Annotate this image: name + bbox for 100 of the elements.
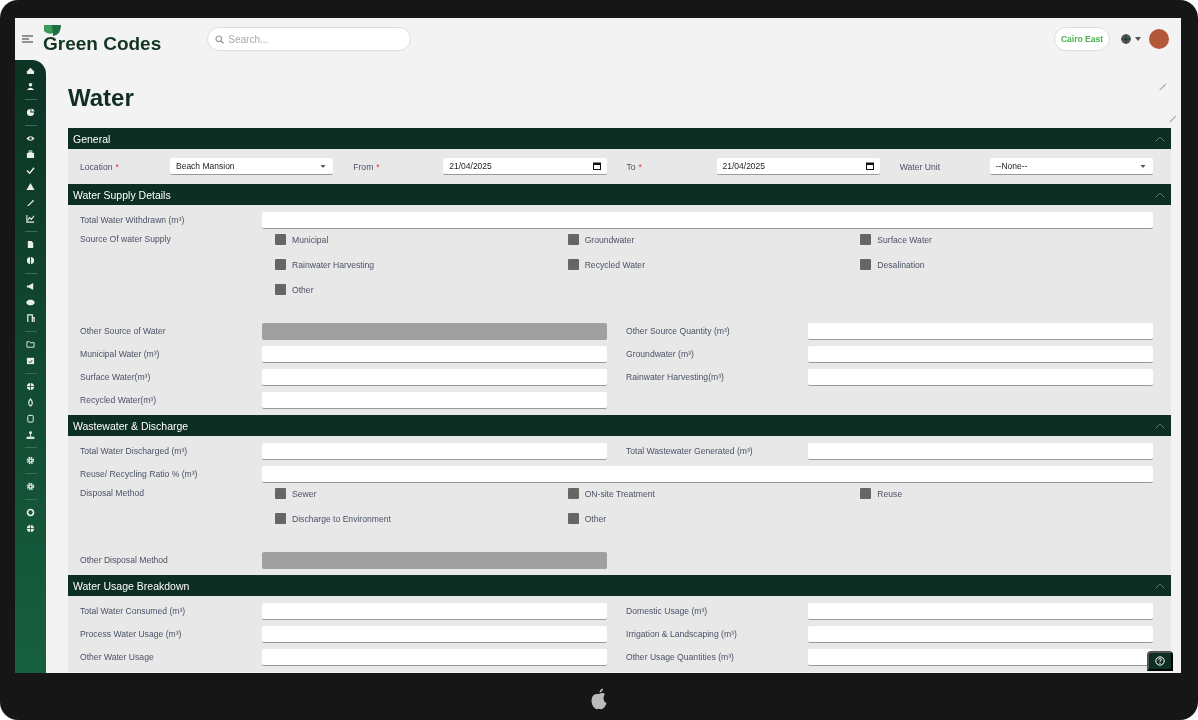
input-field[interactable] xyxy=(808,345,1153,363)
input-field[interactable] xyxy=(262,345,607,363)
caret-icon[interactable] xyxy=(1135,37,1141,41)
field-label: To xyxy=(626,161,636,172)
lifebuoy-icon[interactable] xyxy=(26,508,35,517)
megaphone-icon[interactable] xyxy=(26,282,35,291)
pie-chart-icon[interactable] xyxy=(26,108,35,117)
field-label: Other Source of Water xyxy=(80,326,167,336)
field-label: Recycled Water(m³) xyxy=(80,395,158,405)
field-label: Other Usage Quantities (m³) xyxy=(626,652,735,662)
input-field[interactable] xyxy=(262,625,607,643)
checkbox-label: Reuse xyxy=(877,488,903,499)
input-field[interactable] xyxy=(808,648,1153,666)
checkbox-label: Surface Water xyxy=(877,234,932,245)
line-chart-icon[interactable] xyxy=(26,214,35,223)
chevron-icon xyxy=(1155,422,1165,429)
field-label: Total Water Consumed (m³) xyxy=(80,606,187,616)
section-header[interactable]: Water Usage Breakdown xyxy=(68,575,1171,596)
section-header[interactable]: Water Supply Details xyxy=(68,184,1171,205)
checkbox[interactable] xyxy=(567,234,579,245)
input-field[interactable] xyxy=(808,368,1153,386)
section-header[interactable]: Wastewater & Discharge xyxy=(68,415,1171,436)
globe-icon[interactable] xyxy=(26,524,35,533)
select-field[interactable]: Beach Mansion xyxy=(170,158,334,175)
chevron-icon xyxy=(1155,582,1165,589)
input-field[interactable] xyxy=(262,211,1153,229)
checkbox[interactable] xyxy=(275,284,286,295)
checkbox[interactable] xyxy=(567,488,579,499)
chevron-icon xyxy=(1155,191,1165,198)
input-field[interactable] xyxy=(808,625,1153,643)
select-field[interactable]: --None-- xyxy=(989,158,1153,175)
avatar[interactable] xyxy=(1149,29,1169,49)
checkbox[interactable] xyxy=(275,513,286,524)
checkbox[interactable] xyxy=(275,488,286,499)
date-field[interactable]: 21/04/2025 xyxy=(716,158,880,175)
field-label: Other Source Quantity (m³) xyxy=(626,326,731,336)
checkbox[interactable] xyxy=(860,259,872,270)
eye-icon[interactable] xyxy=(26,134,35,143)
clipboard-icon[interactable] xyxy=(26,414,35,423)
input-field[interactable] xyxy=(262,442,607,460)
search-icon xyxy=(215,34,225,44)
caret-icon xyxy=(1139,162,1147,170)
search-field[interactable]: Search... xyxy=(207,27,412,51)
input-field[interactable] xyxy=(262,391,607,409)
brand-name: Green Codes xyxy=(43,33,162,54)
field-label: Total Water Discharged (m³) xyxy=(80,446,189,456)
chevron-icon xyxy=(1155,135,1165,142)
input-field[interactable] xyxy=(262,602,607,620)
briefcase-icon[interactable] xyxy=(26,150,35,159)
help-button[interactable] xyxy=(1147,651,1173,671)
menu-icon[interactable] xyxy=(22,34,33,44)
field-label: Domestic Usage (m³) xyxy=(626,606,709,616)
field-label: Location xyxy=(80,161,113,172)
home-icon[interactable] xyxy=(26,66,35,75)
input-field[interactable] xyxy=(262,648,607,666)
warning-icon[interactable] xyxy=(26,182,35,191)
field-label: From xyxy=(353,161,374,172)
field-label: Disposal Method xyxy=(80,488,145,498)
file-icon[interactable] xyxy=(26,240,35,249)
globe-icon[interactable] xyxy=(1120,33,1132,45)
gear-icon[interactable] xyxy=(26,482,35,491)
checkbox[interactable] xyxy=(567,259,579,270)
checkbox-label: Municipal xyxy=(292,234,329,245)
drop-icon[interactable] xyxy=(26,398,35,407)
required-mark: * xyxy=(638,161,642,172)
calendar-icon[interactable] xyxy=(26,356,35,365)
user-icon[interactable] xyxy=(26,82,35,91)
field-label: Rainwater Harvesting(m³) xyxy=(626,372,725,382)
date-field[interactable]: 21/04/2025 xyxy=(443,158,607,175)
input-field[interactable] xyxy=(808,442,1153,460)
field-label: Other Disposal Method xyxy=(80,555,169,565)
help-icon xyxy=(1155,655,1165,667)
checkbox-label: Other xyxy=(584,513,607,524)
input-field[interactable] xyxy=(808,322,1153,340)
checkbox[interactable] xyxy=(275,259,286,270)
field-label: Surface Water(m³) xyxy=(80,372,152,382)
checkbox-label: Rainwater Harvesting xyxy=(292,259,375,270)
globe-icon[interactable] xyxy=(26,382,35,391)
checkbox[interactable] xyxy=(860,488,872,499)
check-icon[interactable] xyxy=(26,166,35,175)
calendar-icon xyxy=(592,162,601,170)
checkbox-label: Groundwater xyxy=(584,234,635,245)
checkbox-label: Sewer xyxy=(292,488,317,499)
gear-icon[interactable] xyxy=(26,456,35,465)
input-field[interactable] xyxy=(262,368,607,386)
pen-icon[interactable] xyxy=(26,198,35,207)
folder-icon[interactable] xyxy=(26,340,35,349)
checkbox[interactable] xyxy=(275,234,286,245)
apple-icon xyxy=(589,687,609,711)
checkbox[interactable] xyxy=(567,513,579,524)
building-icon[interactable] xyxy=(26,314,35,323)
caret-icon xyxy=(319,162,328,170)
input-field[interactable] xyxy=(262,465,1153,483)
input-field[interactable] xyxy=(808,602,1153,620)
checkbox[interactable] xyxy=(860,234,872,245)
checkbox-label: Recycled Water xyxy=(584,259,645,270)
calendar-icon xyxy=(865,162,874,170)
field-label: Process Water Usage (m³) xyxy=(80,629,183,639)
section-header[interactable]: General xyxy=(68,128,1171,149)
field-label: Groundwater (m³) xyxy=(626,349,695,359)
